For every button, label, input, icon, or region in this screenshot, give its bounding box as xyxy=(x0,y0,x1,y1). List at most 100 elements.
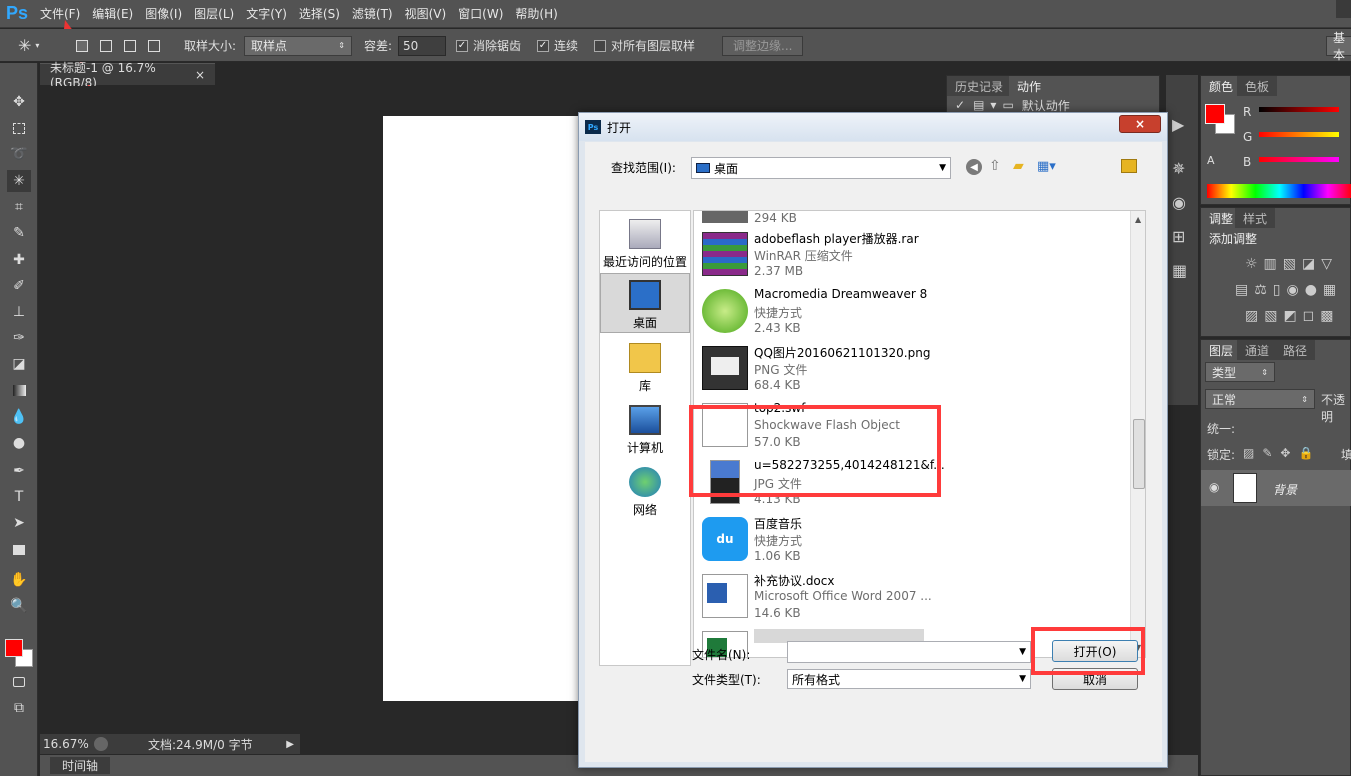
menu-window[interactable]: 窗口(W) xyxy=(452,0,509,28)
lasso-tool-icon[interactable]: ➰ xyxy=(7,143,31,165)
paragraph-icon[interactable]: ▦ xyxy=(1172,261,1187,280)
eye-icon[interactable]: ◉ xyxy=(1209,480,1219,494)
gradient-tool-icon[interactable] xyxy=(7,379,31,401)
workspace-button[interactable]: 基本 xyxy=(1326,31,1351,62)
timeline-tab[interactable]: 时间轴 xyxy=(50,757,111,774)
file-list-scrollbar[interactable]: ▲ ▼ xyxy=(1130,211,1145,657)
zoom-level[interactable]: 16.67% xyxy=(40,737,94,751)
adjustment-icons-row-1[interactable]: ☼▥▧◪▽ xyxy=(1245,256,1338,272)
green-slider[interactable] xyxy=(1259,132,1339,137)
tab-layers[interactable]: 图层 xyxy=(1201,340,1242,360)
tab-color[interactable]: 颜色 xyxy=(1201,76,1242,96)
menu-view[interactable]: 视图(V) xyxy=(399,0,453,28)
menu-image[interactable]: 图像(I) xyxy=(139,0,188,28)
tab-paths[interactable]: 路径 xyxy=(1275,340,1316,360)
magic-wand-preset-icon[interactable]: ✳ ▾ xyxy=(18,29,58,62)
file-item[interactable]: 294 KB xyxy=(702,211,1132,227)
new-folder-icon[interactable]: ▰ xyxy=(1013,158,1024,174)
play-icon[interactable]: ▶ xyxy=(1172,115,1184,134)
file-item[interactable]: QQ图片20160621101320.png PNG 文件 68.4 KB xyxy=(702,342,1132,394)
layer-row[interactable]: ◉ 背景 xyxy=(1201,470,1351,506)
hand-tool-icon[interactable]: ✋ xyxy=(7,569,31,591)
color-spectrum[interactable] xyxy=(1207,184,1351,198)
file-item[interactable]: Macromedia Dreamweaver 8 快捷方式 2.43 KB xyxy=(702,285,1132,337)
foreground-color-swatch[interactable] xyxy=(5,639,23,657)
document-tab[interactable]: 未标题-1 @ 16.7%(RGB/8) × xyxy=(40,61,215,90)
place-computer[interactable]: 计算机 xyxy=(600,405,690,456)
window-minimize-button[interactable] xyxy=(1336,0,1351,18)
brush-tool-icon[interactable]: ✐ xyxy=(7,275,31,297)
fg-color-chip[interactable] xyxy=(1205,104,1225,124)
blur-tool-icon[interactable]: 💧 xyxy=(7,406,31,428)
menu-type[interactable]: 文字(Y) xyxy=(240,0,293,28)
crop-tool-icon[interactable]: ⌗ xyxy=(7,196,31,218)
new-selection-icon[interactable] xyxy=(76,39,88,52)
add-selection-icon[interactable] xyxy=(100,39,112,52)
status-menu-arrow-icon[interactable]: ▶ xyxy=(286,739,294,750)
history-brush-tool-icon[interactable]: ✑ xyxy=(7,327,31,349)
pen-tool-icon[interactable]: ✒ xyxy=(7,460,31,482)
blend-mode-select[interactable]: 正常 ⇕ xyxy=(1205,389,1315,409)
place-recent[interactable]: 最近访问的位置 xyxy=(600,219,690,270)
close-icon[interactable]: × xyxy=(195,68,205,82)
refine-edge-button[interactable]: 调整边缘... xyxy=(722,35,804,56)
character-icon[interactable]: ⊞ xyxy=(1172,227,1185,246)
quick-mask-icon[interactable] xyxy=(7,671,31,693)
dodge-tool-icon[interactable]: ● xyxy=(7,432,31,454)
menu-help[interactable]: 帮助(H) xyxy=(509,0,563,28)
back-icon[interactable]: ◀ xyxy=(966,159,982,175)
tab-channels[interactable]: 通道 xyxy=(1237,340,1278,360)
place-desktop[interactable]: 桌面 xyxy=(600,273,690,333)
brush-preset-icon[interactable]: ◉ xyxy=(1172,193,1186,212)
eyedropper-tool-icon[interactable]: ✎ xyxy=(7,222,31,244)
up-folder-icon[interactable]: ⇧ xyxy=(989,158,1001,174)
contiguous-checkbox[interactable]: ✓ 连续 xyxy=(537,29,578,62)
selection-mode-icons[interactable] xyxy=(70,29,166,62)
sample-size-select[interactable]: 取样点 ⇕ xyxy=(244,35,352,56)
place-libraries[interactable]: 库 xyxy=(600,343,690,394)
rectangle-tool-icon[interactable] xyxy=(7,539,31,561)
lock-icons[interactable]: ▨✎✥🔒 xyxy=(1243,446,1321,460)
move-tool-icon[interactable]: ✥ xyxy=(7,91,31,113)
compass-icon[interactable]: ✵ xyxy=(1172,159,1185,178)
dialog-close-button[interactable]: × xyxy=(1119,115,1161,133)
marquee-tool-icon[interactable] xyxy=(7,117,31,139)
intersect-selection-icon[interactable] xyxy=(148,39,160,52)
path-selection-tool-icon[interactable]: ➤ xyxy=(7,512,31,534)
magic-wand-tool-icon[interactable]: ✳ xyxy=(7,170,31,192)
favorite-folder-icon[interactable] xyxy=(1121,159,1137,173)
adjustment-icons-row-2[interactable]: ▤⚖▯◉●▦ xyxy=(1235,282,1342,298)
menu-layer[interactable]: 图层(L) xyxy=(188,0,240,28)
tab-actions[interactable]: 动作 xyxy=(1009,76,1050,96)
scroll-thumb[interactable] xyxy=(1133,419,1145,489)
tab-swatches[interactable]: 色板 xyxy=(1237,76,1278,96)
filename-input[interactable]: ▼ xyxy=(787,641,1031,663)
filetype-select[interactable]: 所有格式 ▼ xyxy=(787,669,1031,689)
red-slider[interactable] xyxy=(1259,107,1339,112)
healing-brush-tool-icon[interactable]: ✚ xyxy=(7,249,31,271)
file-item[interactable]: du 百度音乐 快捷方式 1.06 KB xyxy=(702,513,1132,565)
place-network[interactable]: 网络 xyxy=(600,467,690,518)
screen-mode-icon[interactable]: ⧉ xyxy=(7,697,31,719)
look-in-combo[interactable]: 桌面 ▼ xyxy=(691,157,951,179)
subtract-selection-icon[interactable] xyxy=(124,39,136,52)
menu-select[interactable]: 选择(S) xyxy=(293,0,346,28)
eraser-tool-icon[interactable]: ◪ xyxy=(7,353,31,375)
type-tool-icon[interactable]: T xyxy=(7,486,31,508)
antialias-checkbox[interactable]: ✓ 消除锯齿 xyxy=(456,29,521,62)
adjustment-icons-row-3[interactable]: ▨▧◩◻▩ xyxy=(1245,308,1340,324)
tab-styles[interactable]: 样式 xyxy=(1235,208,1276,228)
menu-filter[interactable]: 滤镜(T) xyxy=(346,0,399,28)
clone-stamp-tool-icon[interactable]: ⊥ xyxy=(7,301,31,323)
layer-kind-filter[interactable]: 类型 ⇕ xyxy=(1205,362,1275,382)
scroll-up-arrow-icon[interactable]: ▲ xyxy=(1135,215,1141,224)
all-layers-checkbox[interactable]: 对所有图层取样 xyxy=(594,29,695,62)
file-item[interactable]: 补充协议.docx Microsoft Office Word 2007 ...… xyxy=(702,570,1132,622)
zoom-tool-icon[interactable]: 🔍 xyxy=(7,595,31,617)
file-item[interactable]: adobeflash player播放器.rar WinRAR 压缩文件 2.3… xyxy=(702,228,1132,280)
view-menu-icon[interactable]: ▦▾ xyxy=(1037,159,1056,174)
document-canvas[interactable] xyxy=(383,116,583,701)
actions-row[interactable]: ✓ ▤ ▾ ▭ 默认动作 xyxy=(955,97,1151,113)
tolerance-input[interactable]: 50 xyxy=(398,35,446,56)
blue-slider[interactable] xyxy=(1259,157,1339,162)
